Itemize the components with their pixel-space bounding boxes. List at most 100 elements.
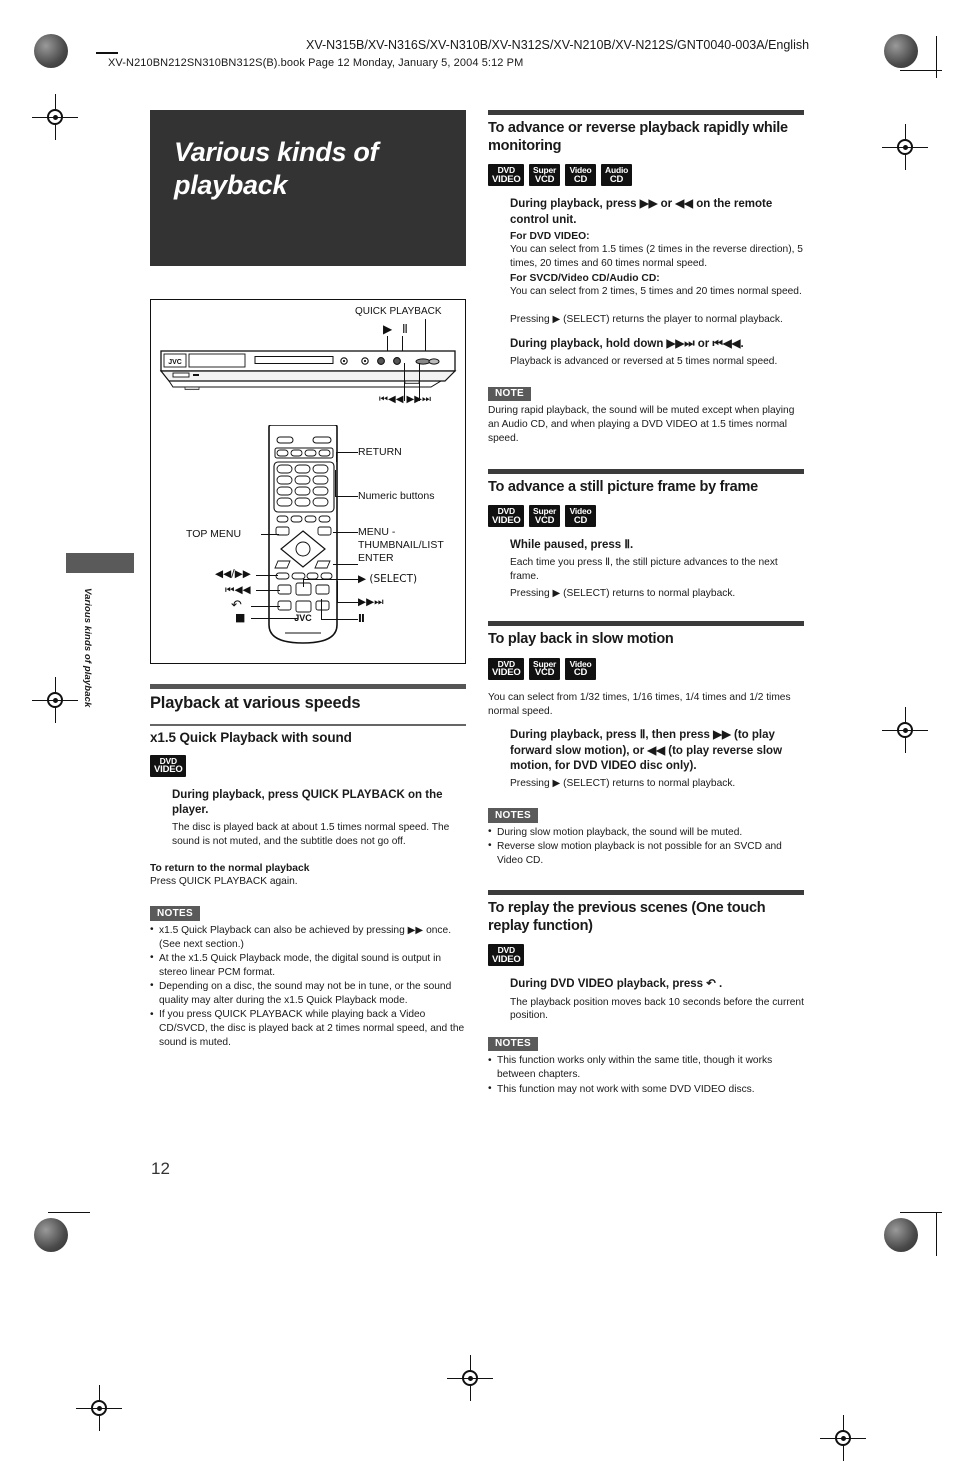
registration-target-bottom-center xyxy=(447,1355,493,1401)
section-rule-playback-speeds xyxy=(150,684,466,689)
instruction-quick-playback: During playback, press QUICK PLAYBACK on… xyxy=(172,788,466,849)
callout-pause: Ⅱ xyxy=(358,613,365,625)
callout-menu-line3: ENTER xyxy=(358,551,394,564)
callout-return: RETURN xyxy=(358,446,402,458)
leader-pause-remote xyxy=(321,619,358,620)
select-note: Pressing ▶ (SELECT) returns the player t… xyxy=(510,314,783,326)
instruction-title: During playback, press Ⅱ, then press ▶▶ … xyxy=(510,729,783,772)
section-rapid-playback: To advance or reverse playback rapidly w… xyxy=(488,110,804,447)
callout-stop: ■ xyxy=(235,611,246,624)
callout-select: ▶ (SELECT) xyxy=(358,573,418,585)
dvd-video-label: For DVD VIDEO: xyxy=(510,230,590,242)
notes-list-one-touch-replay: This function works only within the same… xyxy=(488,1054,804,1096)
instruction-frame-advance: While paused, press Ⅱ. Each time you pre… xyxy=(510,538,804,601)
page-title: Various kinds of playback xyxy=(174,137,379,200)
section-rule-rapid xyxy=(488,110,804,115)
disc-badge-line2: VCD xyxy=(534,173,555,185)
registration-target-left-top xyxy=(32,94,78,140)
disc-badges-frame-advance: DVD VIDEO Super VCD Video CD xyxy=(488,505,804,528)
registration-target-bottom-left xyxy=(76,1385,122,1431)
disc-badge-line2: VCD xyxy=(534,514,555,526)
subsection-heading-quick-playback: x1.5 Quick Playback with sound xyxy=(150,729,352,745)
crop-mark-right-upper xyxy=(936,36,937,78)
disc-badge-line2: VCD xyxy=(534,667,555,679)
note-item: This function works only within the same… xyxy=(488,1054,804,1082)
leader-pause-remote-v xyxy=(321,599,322,619)
section-heading-rapid: To advance or reverse playback rapidly w… xyxy=(488,120,788,154)
leader-numeric-v xyxy=(335,470,336,496)
crop-mark-bottom xyxy=(900,1212,942,1213)
section-heading-one-touch-replay: To replay the previous scenes (One touch… xyxy=(488,900,766,934)
instruction-slow-motion: During playback, press Ⅱ, then press ▶▶ … xyxy=(510,728,804,790)
disc-badge-line2: CD xyxy=(573,173,588,185)
note-item: During slow motion playback, the sound w… xyxy=(488,825,804,840)
leader-select xyxy=(303,579,358,580)
disc-badge-dvd-video: DVD VIDEO xyxy=(488,505,524,528)
note-item: If you press QUICK PLAYBACK while playin… xyxy=(150,1008,466,1050)
return-to-normal-label: To return to the normal playback xyxy=(150,862,310,874)
registration-target-right-top xyxy=(882,124,928,170)
notes-list-quick-playback: x1.5 Quick Playback can also be achieved… xyxy=(150,923,466,1051)
disc-badges-one-touch-replay: DVD VIDEO xyxy=(488,944,804,967)
side-tab-label: Various kinds of playback xyxy=(82,588,93,708)
note-body-rapid: During rapid playback, the sound will be… xyxy=(488,405,795,445)
note-item: x1.5 Quick Playback can also be achieved… xyxy=(150,923,466,952)
disc-badge-super-vcd: Super VCD xyxy=(528,657,560,680)
instruction-title: During playback, press ▶▶ or ◀◀ on the r… xyxy=(510,198,773,226)
instruction-title-hold: During playback, hold down ▶▶⏭ or ⏮◀◀. xyxy=(510,338,744,351)
section-heading-playback-speeds: Playback at various speeds xyxy=(150,694,361,712)
disc-badge-line2: VIDEO xyxy=(154,764,183,776)
callout-ff-rew: ◀◀/▶▶ xyxy=(215,568,251,580)
left-column: Various kinds of playback QUICK PLAYBACK… xyxy=(150,110,466,1050)
section-heading-frame-advance: To advance a still picture frame by fram… xyxy=(488,478,758,495)
crop-mark-left-lower xyxy=(48,1212,90,1213)
illustration-glyph-play-pause: ▶ Ⅱ xyxy=(383,322,411,336)
notes-tag-one-touch-replay: NOTES xyxy=(488,1036,538,1052)
disc-badges-slow-motion: DVD VIDEO Super VCD Video CD xyxy=(488,657,804,680)
callout-menu-thumbnail: MENU - THUMBNAIL/LIST ENTER xyxy=(358,526,444,564)
registration-target-left-bottom xyxy=(32,677,78,723)
callout-previous: ⏮◀◀ xyxy=(225,584,251,596)
section-rule-slow-motion xyxy=(488,620,804,626)
header-rule xyxy=(96,52,118,54)
section-frame-advance: To advance a still picture frame by fram… xyxy=(488,468,804,601)
disc-badge-line2: CD xyxy=(609,173,624,185)
callout-numeric-buttons: Numeric buttons xyxy=(358,490,435,502)
leader-prev-remote xyxy=(256,590,280,591)
registration-circle-top-left xyxy=(34,34,68,68)
instruction-body: The playback position moves back 10 seco… xyxy=(510,996,804,1022)
disc-badge-line2: VIDEO xyxy=(492,514,521,526)
leader-menu xyxy=(333,532,358,533)
instruction-title: While paused, press Ⅱ. xyxy=(510,539,634,552)
disc-badge-video-cd: Video CD xyxy=(564,164,596,187)
callout-menu-line1: MENU - xyxy=(358,526,396,538)
notes-tag-quick-playback: NOTES xyxy=(150,906,200,921)
instruction-body-hold: Playback is advanced or reversed at 5 ti… xyxy=(510,356,778,368)
leader-next-remote xyxy=(337,602,358,603)
leader-top-menu xyxy=(261,534,279,535)
slow-motion-intro: You can select from 1/32 times, 1/16 tim… xyxy=(488,691,791,717)
instruction-one-touch-replay: During DVD VIDEO playback, press ↶ . The… xyxy=(510,977,804,1023)
note-item: Reverse slow motion playback is not poss… xyxy=(488,839,804,868)
side-tab-marker xyxy=(66,553,134,573)
dvd-video-body: You can select from 1.5 times (2 times i… xyxy=(510,243,803,269)
instruction-title: During playback, press QUICK PLAYBACK on… xyxy=(172,788,443,816)
disc-badge-dvd-video: DVD VIDEO xyxy=(488,657,524,680)
instruction-title: During DVD VIDEO playback, press ↶ . xyxy=(510,978,723,991)
disc-badge-line2: CD xyxy=(573,514,588,526)
registration-circle-bottom-right xyxy=(884,1218,918,1252)
right-column: To advance or reverse playback rapidly w… xyxy=(488,110,804,1097)
section-rule-frame-advance xyxy=(488,468,804,474)
disc-badge-line2: CD xyxy=(573,667,588,679)
disc-badge-dvd-video: DVD VIDEO xyxy=(150,754,186,777)
disc-badge-video-cd: Video CD xyxy=(564,657,596,680)
leader-ffrew xyxy=(256,575,278,576)
instruction-body: The disc is played back at about 1.5 tim… xyxy=(172,822,450,847)
leader-stop xyxy=(251,618,298,619)
leader-numeric xyxy=(335,496,358,497)
svcd-body: You can select from 2 times, 5 times and… xyxy=(510,286,802,298)
subsection-rule-quick-playback xyxy=(150,723,466,726)
svcd-label: For SVCD/Video CD/Audio CD: xyxy=(510,273,660,285)
disc-badges-rapid: DVD VIDEO Super VCD Video CD Audio CD xyxy=(488,164,804,187)
leader-enter xyxy=(333,564,358,565)
